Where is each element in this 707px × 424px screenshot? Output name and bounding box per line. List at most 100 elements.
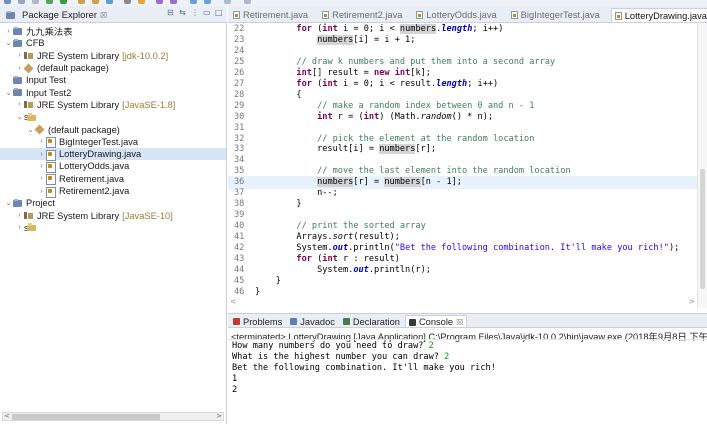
- tree-item[interactable]: › JRE System Library [JavaSE-10]: [0, 209, 226, 221]
- tree-item[interactable]: › BigIntegerTest.java: [0, 136, 226, 149]
- expanded-arrow-icon[interactable]: ⌄: [4, 39, 13, 47]
- view-menu-icon[interactable]: ⋮: [191, 9, 199, 17]
- collapsed-arrow-icon[interactable]: ›: [37, 175, 46, 182]
- horizontal-scrollbar[interactable]: < >: [2, 412, 224, 421]
- tab-javadoc[interactable]: Javadoc: [287, 315, 338, 327]
- tab-problems[interactable]: Problems: [230, 315, 285, 327]
- new-package-icon[interactable]: [92, 0, 99, 4]
- expanded-arrow-icon[interactable]: ⌄: [4, 199, 13, 207]
- tree-item[interactable]: › LotteryOdds.java: [0, 160, 226, 173]
- collapse-all-icon[interactable]: ⊟: [167, 9, 175, 17]
- new-java-project-icon[interactable]: [78, 0, 85, 4]
- save-icon[interactable]: [18, 0, 25, 4]
- run-icon[interactable]: [60, 0, 67, 4]
- console-user-input: 2: [428, 341, 434, 351]
- tree-item[interactable]: ⌄ (default package): [0, 123, 226, 135]
- console-view[interactable]: <terminated> LotteryDrawing [Java Applic…: [228, 328, 707, 424]
- library-version: [JavaSE-10]: [122, 210, 173, 221]
- code-editor[interactable]: 22 for (int i = 0; i < numbers.length; i…: [228, 23, 707, 308]
- scroll-right-icon[interactable]: >: [688, 297, 695, 306]
- code-token: // move the last element into the random…: [317, 166, 571, 177]
- print-icon[interactable]: [32, 0, 39, 4]
- tree-item[interactable]: › (default package): [0, 62, 226, 74]
- code-token: sort: [332, 232, 354, 243]
- console-output[interactable]: How many numbers do you need to draw? 2W…: [232, 341, 496, 396]
- close-icon[interactable]: ☒: [456, 318, 463, 327]
- package-icon: [35, 125, 45, 134]
- package-explorer-panel: Package Explorer ☒ ⊟ ⇆ ⋮ ▭ □ › 九九乘法表 ⌄ CFB ›…: [0, 6, 227, 424]
- code-token: numbers: [317, 34, 354, 45]
- expanded-arrow-icon[interactable]: ⌄: [15, 113, 24, 121]
- collapsed-arrow-icon[interactable]: ›: [37, 163, 46, 170]
- editor-tab[interactable]: LotteryOdds.java: [413, 8, 499, 22]
- tree-item[interactable]: Input Test: [0, 74, 226, 86]
- pin-icon[interactable]: [224, 0, 231, 4]
- tree-item-label: Retirement2.java: [59, 186, 130, 196]
- collapsed-arrow-icon[interactable]: ›: [37, 151, 46, 158]
- editor-tab[interactable]: BigIntegerTest.java: [508, 8, 603, 22]
- editor-tab[interactable]: Retirement.java: [230, 8, 311, 22]
- open-type-icon[interactable]: [124, 0, 131, 4]
- editor-tab[interactable]: LotteryDrawing.java☒: [610, 8, 707, 22]
- tree-item[interactable]: › LotteryDrawing.java: [0, 147, 226, 161]
- maximize-icon[interactable]: □: [215, 9, 223, 17]
- editor-tab[interactable]: Retirement2.java: [319, 8, 405, 22]
- code-token: result[i] =: [255, 144, 380, 155]
- vertical-scrollbar[interactable]: [697, 23, 707, 308]
- editor-horizontal-scrollbar[interactable]: < >: [228, 297, 697, 307]
- package-explorer-tab[interactable]: Package Explorer ☒: [2, 8, 111, 22]
- library-icon: [24, 211, 34, 220]
- scrollbar-thumb[interactable]: [12, 414, 160, 420]
- back-icon[interactable]: [190, 0, 197, 4]
- next-annotation-icon[interactable]: [156, 0, 163, 4]
- tab-console[interactable]: Console ☒: [404, 315, 468, 327]
- code-token: int: [394, 67, 411, 78]
- tree-item[interactable]: ⌄ CFB: [0, 37, 226, 49]
- tree-item[interactable]: › JRE System Library [jdk-10.0.2]: [0, 50, 226, 62]
- collapsed-arrow-icon[interactable]: ›: [37, 138, 46, 145]
- tree-item[interactable]: ⌄ Project: [0, 197, 226, 209]
- tree-item[interactable]: › Retirement.java: [0, 173, 226, 186]
- new-icon[interactable]: [4, 0, 11, 4]
- collapsed-arrow-icon[interactable]: ›: [15, 212, 24, 219]
- tree-item[interactable]: › Retirement2.java: [0, 185, 226, 198]
- tree-item[interactable]: ⌄ src: [0, 111, 226, 123]
- minimize-icon[interactable]: ▭: [203, 9, 211, 17]
- scrollbar-thumb[interactable]: [700, 169, 705, 289]
- src-icon: [27, 112, 37, 122]
- collapsed-arrow-icon[interactable]: ›: [15, 52, 24, 59]
- collapsed-arrow-icon[interactable]: ›: [37, 188, 46, 195]
- code-token: (: [311, 253, 323, 264]
- code-token: i = 0; i < result.: [337, 78, 437, 89]
- link-with-editor-icon[interactable]: ⇆: [179, 9, 187, 17]
- scroll-left-icon[interactable]: <: [230, 297, 237, 306]
- tree-item[interactable]: › JRE System Library [JavaSE-1.8]: [0, 99, 226, 111]
- scroll-right-icon[interactable]: >: [216, 412, 222, 420]
- forward-icon[interactable]: [204, 0, 211, 4]
- scroll-left-icon[interactable]: <: [4, 412, 10, 420]
- tree-item[interactable]: ⌄ Input Test2: [0, 86, 226, 98]
- code-token: ) (Math.: [379, 111, 421, 122]
- tab-declaration[interactable]: Declaration: [340, 315, 403, 327]
- expanded-arrow-icon[interactable]: ⌄: [4, 89, 13, 97]
- search-icon[interactable]: [138, 0, 145, 4]
- editor-tab-label: LotteryDrawing.java: [624, 10, 707, 21]
- tab-label: Console: [418, 317, 454, 327]
- collapsed-arrow-icon[interactable]: ›: [4, 28, 13, 35]
- java-file-icon: [46, 174, 56, 186]
- previous-annotation-icon[interactable]: [170, 0, 177, 4]
- code-token: int: [322, 253, 338, 264]
- code-token: i = 0; i <: [337, 24, 400, 34]
- tree-item[interactable]: › 九九乘法表: [0, 25, 226, 37]
- new-class-icon[interactable]: [106, 0, 113, 4]
- collapsed-arrow-icon[interactable]: ›: [15, 224, 24, 231]
- library-icon: [24, 100, 34, 109]
- perspective-icon[interactable]: [244, 0, 251, 4]
- collapsed-arrow-icon[interactable]: ›: [15, 101, 24, 108]
- close-icon[interactable]: ☒: [100, 11, 107, 20]
- debug-icon[interactable]: [46, 0, 53, 4]
- tree-item[interactable]: › src: [0, 222, 226, 234]
